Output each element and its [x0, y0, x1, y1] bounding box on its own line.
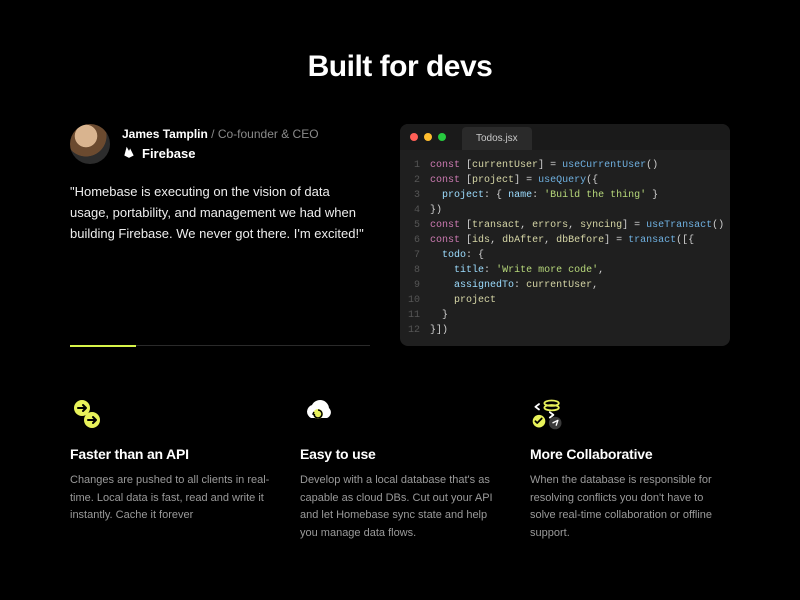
- code-tab: Todos.jsx: [462, 127, 532, 150]
- line-number: 8: [408, 263, 420, 278]
- code-line: }: [430, 308, 724, 323]
- progress-bar: [70, 345, 370, 346]
- code-line: title: 'Write more code',: [430, 263, 724, 278]
- line-number: 3: [408, 188, 420, 203]
- author-line: James Tamplin / Co-founder & CEO: [122, 127, 319, 141]
- feature: Faster than an API Changes are pushed to …: [70, 396, 270, 542]
- author-sep: /: [208, 127, 218, 141]
- line-number: 2: [408, 173, 420, 188]
- hero-row: James Tamplin / Co-founder & CEO Firebas…: [70, 124, 730, 346]
- cloud-sync-icon: [300, 396, 336, 432]
- line-number: 7: [408, 248, 420, 263]
- code-line: const [ids, dbAfter, dbBefore] = transac…: [430, 233, 724, 248]
- features-row: Faster than an API Changes are pushed to …: [70, 396, 730, 542]
- line-number: 10: [408, 293, 420, 308]
- code-line: project: [430, 293, 724, 308]
- code-line: }): [430, 203, 724, 218]
- company-name: Firebase: [142, 146, 195, 161]
- code-body: 123456789101112 const [currentUser] = us…: [400, 150, 730, 346]
- line-number: 5: [408, 218, 420, 233]
- code-line: const [currentUser] = useCurrentUser(): [430, 158, 724, 173]
- testimonial-header: James Tamplin / Co-founder & CEO Firebas…: [70, 124, 370, 164]
- code-line: assignedTo: currentUser,: [430, 278, 724, 293]
- feature-title: Faster than an API: [70, 446, 270, 462]
- line-number: 9: [408, 278, 420, 293]
- line-number: 4: [408, 203, 420, 218]
- line-number: 11: [408, 308, 420, 323]
- page-title: Built for devs: [70, 50, 730, 84]
- author-role: Co-founder & CEO: [218, 127, 319, 141]
- feature-title: More Collaborative: [530, 446, 730, 462]
- testimonial: James Tamplin / Co-founder & CEO Firebas…: [70, 124, 370, 346]
- feature-body: Develop with a local database that's as …: [300, 472, 500, 542]
- maximize-icon: [438, 133, 446, 141]
- company-logo: Firebase: [122, 145, 319, 162]
- line-number: 1: [408, 158, 420, 173]
- code-line: }]): [430, 323, 724, 338]
- code-line: project: { name: 'Build the thing' }: [430, 188, 724, 203]
- feature: More Collaborative When the database is r…: [530, 396, 730, 542]
- code-line: const [project] = useQuery({: [430, 173, 724, 188]
- feature: Easy to use Develop with a local database…: [300, 396, 500, 542]
- collab-icon: [530, 396, 566, 432]
- minimize-icon: [424, 133, 432, 141]
- close-icon: [410, 133, 418, 141]
- code-line: const [transact, errors, syncing] = useT…: [430, 218, 724, 233]
- author-name: James Tamplin: [122, 127, 208, 141]
- arrows-icon: [70, 396, 106, 432]
- firebase-icon: [122, 145, 136, 162]
- code-titlebar: Todos.jsx: [400, 124, 730, 150]
- feature-title: Easy to use: [300, 446, 500, 462]
- line-number: 12: [408, 323, 420, 338]
- avatar: [70, 124, 110, 164]
- feature-body: Changes are pushed to all clients in rea…: [70, 472, 270, 525]
- feature-body: When the database is responsible for res…: [530, 472, 730, 542]
- line-number: 6: [408, 233, 420, 248]
- testimonial-quote: "Homebase is executing on the vision of …: [70, 182, 370, 244]
- code-line: todo: {: [430, 248, 724, 263]
- code-window: Todos.jsx 123456789101112 const [current…: [400, 124, 730, 346]
